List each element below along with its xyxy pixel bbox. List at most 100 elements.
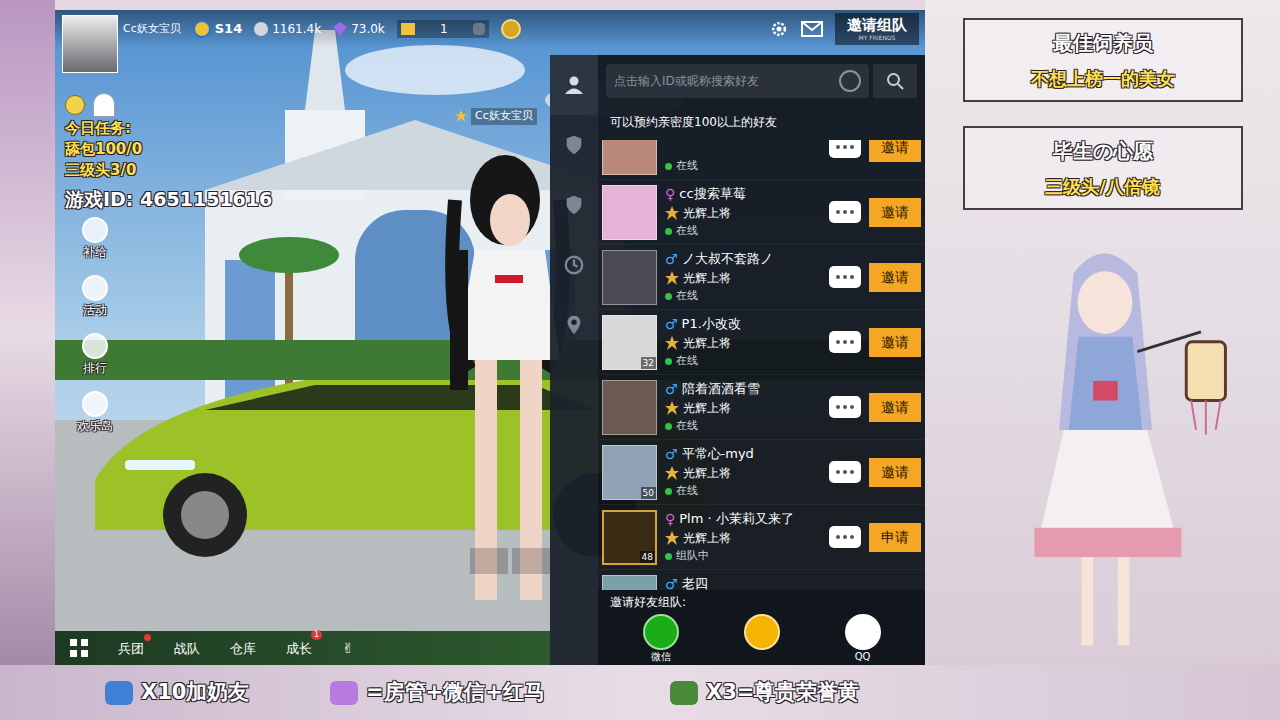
invite-friend-button[interactable]: 邀请 (869, 393, 921, 422)
gender-icon: ♂ (665, 379, 678, 400)
chat-bubble-icon[interactable] (829, 396, 861, 418)
friend-avatar[interactable]: 32 (602, 315, 657, 370)
info-box-value: 三级头/八倍镜 (1045, 173, 1160, 200)
friend-status: 在线 (676, 158, 698, 175)
friend-row[interactable]: ♂老四 (598, 570, 925, 590)
friends-tab[interactable] (550, 55, 598, 115)
status-dot (665, 293, 672, 300)
friend-avatar[interactable] (602, 140, 657, 175)
friend-status: 在线 (676, 353, 698, 370)
friend-avatar[interactable] (602, 575, 657, 591)
search-button[interactable] (873, 64, 917, 98)
friend-rank: 光辉上将 (683, 399, 731, 417)
friend-level: 32 (641, 357, 656, 369)
mail-icon[interactable] (801, 21, 823, 37)
nav-item[interactable]: 成长1 (286, 636, 312, 660)
season-badge: S14 (193, 19, 242, 39)
side-menu-item[interactable]: 排行 (73, 333, 117, 377)
menu-icon (82, 391, 108, 417)
friend-row[interactable]: ♂ノ大叔不套路ノ光辉上将在线邀请 (598, 245, 925, 310)
friends-panel: 可以预约亲密度100以上的好友在线邀请♀cc搜索草莓光辉上将在线邀请♂ノ大叔不套… (550, 55, 925, 665)
invite-friend-button[interactable]: 邀请 (869, 140, 921, 162)
add-icon[interactable] (473, 23, 485, 35)
friend-avatar[interactable] (602, 250, 657, 305)
mic-icon[interactable] (470, 548, 508, 574)
friends-tab[interactable] (550, 175, 598, 235)
banner-item: X3=尊贵荣誉黄 (670, 677, 859, 709)
gender-icon: ♂ (665, 574, 678, 591)
top-bar: Cc妖女宝贝S141161.4k73.0k1邀请组队MY FRIENDS (55, 10, 925, 48)
stream-overlay: Cc妖女宝贝S141161.4k73.0k1邀请组队MY FRIENDS今日任务… (0, 0, 1280, 720)
status-dot (665, 488, 672, 495)
gear-icon[interactable] (769, 19, 789, 39)
gender-icon: ♀ (665, 184, 675, 205)
nav-item[interactable]: 兵团 (118, 636, 144, 660)
friends-list[interactable]: 在线邀请♀cc搜索草莓光辉上将在线邀请♂ノ大叔不套路ノ光辉上将在线邀请32♂P1… (598, 140, 925, 590)
chat-bubble-icon[interactable] (829, 201, 861, 223)
friend-avatar[interactable]: 48 (602, 510, 657, 565)
share-option[interactable]: QQ (845, 614, 881, 664)
friend-row[interactable]: ♂陪着酒酒看雪光辉上将在线邀请 (598, 375, 925, 440)
chat-bubble-icon[interactable] (829, 140, 861, 158)
share-option[interactable]: 微信 (643, 614, 679, 664)
search-input[interactable] (614, 72, 839, 90)
peace-icon[interactable]: ✌ (342, 638, 354, 659)
nav-item[interactable]: 战队 (174, 636, 200, 660)
friend-row[interactable]: 50♂平常心-myd光辉上将在线邀请 (598, 440, 925, 505)
status-dot (665, 228, 672, 235)
friend-info: ♂老四 (665, 574, 921, 590)
friend-rank: 光辉上将 (683, 334, 731, 352)
info-box: 毕生の心愿三级头/八倍镜 (963, 126, 1243, 210)
bottom-banner: X10加奶友=房管+微信+红马X3=尊贵荣誉黄 (0, 665, 1280, 720)
friends-tab[interactable] (550, 235, 598, 295)
friends-tab[interactable] (550, 115, 598, 175)
side-menu-item[interactable]: 补给 (73, 217, 117, 261)
game-id: 游戏ID: 4651151616 (65, 187, 272, 211)
chat-bubble-icon[interactable] (829, 461, 861, 483)
friend-name: ノ大叔不套路ノ (682, 249, 773, 269)
invite-friend-button[interactable]: 邀请 (869, 198, 921, 227)
side-menu-item[interactable]: 欢乐岛 (73, 391, 117, 435)
friends-tab[interactable] (550, 295, 598, 355)
friend-info: ♂P1.小改改光辉上将在线 (665, 314, 821, 370)
friend-avatar[interactable]: 50 (602, 445, 657, 500)
invite-friend-button[interactable]: 邀请 (869, 263, 921, 292)
scene-controls (470, 548, 550, 574)
clear-icon[interactable] (839, 70, 861, 92)
side-menu-item[interactable]: 活动 (73, 275, 117, 319)
friends-tabs (550, 55, 598, 665)
friend-avatar[interactable] (602, 380, 657, 435)
star-icon (455, 110, 467, 122)
friend-avatar[interactable] (602, 185, 657, 240)
friend-rank: 光辉上将 (683, 204, 731, 222)
notification-dot (144, 634, 151, 641)
chat-bubble-icon[interactable] (829, 526, 861, 548)
grid-icon[interactable] (70, 639, 88, 657)
friend-status: 在线 (676, 418, 698, 435)
banner-item: X10加奶友 (105, 677, 330, 709)
ticket-icon (401, 23, 415, 35)
info-box: 最佳饲养员不想上榜一的美女 (963, 18, 1243, 102)
friend-row[interactable]: 32 ♂P1.小改改光辉上将在线 邀请 (598, 310, 925, 375)
coin-counter: 1161.4k (254, 20, 321, 38)
player-avatar[interactable] (62, 15, 118, 73)
chat-bubble-icon[interactable] (829, 266, 861, 288)
invite-team-button[interactable]: 邀请组队MY FRIENDS (835, 13, 919, 45)
left-frame (0, 0, 55, 665)
invite-friend-button[interactable]: 邀请 (869, 328, 921, 357)
friend-row[interactable]: 在线 邀请 (598, 140, 925, 180)
chat-bubble-icon[interactable] (829, 331, 861, 353)
exit-icon[interactable] (512, 548, 550, 574)
friend-status: 在线 (676, 483, 698, 500)
status-dot (665, 358, 672, 365)
status-dot (665, 423, 672, 430)
share-option[interactable] (744, 614, 780, 664)
bottom-nav: 兵团 战队 仓库 成长1 ✌ (55, 631, 550, 665)
invite-friend-button[interactable]: 申请 (869, 523, 921, 552)
friend-row[interactable]: ♀cc搜索草莓光辉上将在线邀请 (598, 180, 925, 245)
friend-row[interactable]: 48♀Plm · 小茉莉又来了光辉上将组队中申请 (598, 505, 925, 570)
invite-friend-button[interactable]: 邀请 (869, 458, 921, 487)
nav-item[interactable]: 仓库 (230, 636, 256, 660)
info-box-title: 毕生の心愿 (1053, 136, 1153, 166)
clock-icon (563, 254, 585, 276)
